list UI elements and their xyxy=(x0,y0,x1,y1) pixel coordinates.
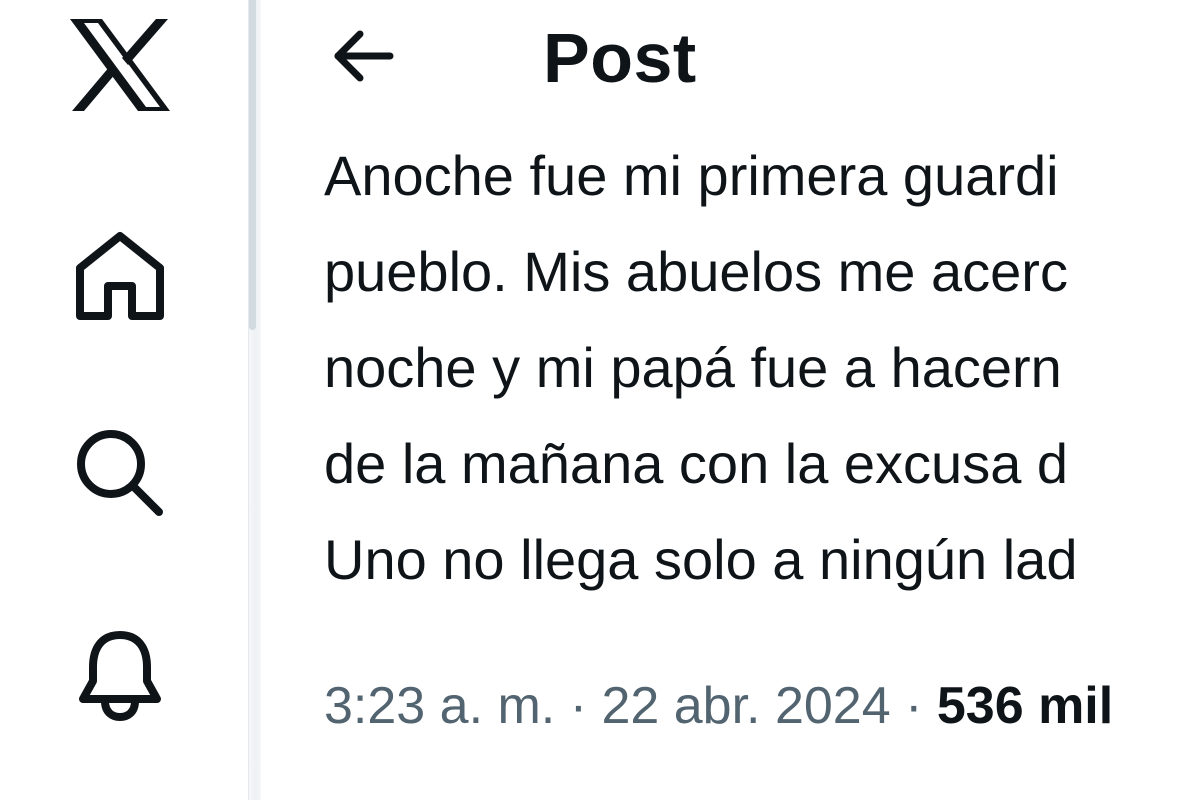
arrow-left-icon xyxy=(334,30,394,82)
search-icon xyxy=(77,430,163,516)
post-detail: Post Anoche fue mi primera guardi pueblo… xyxy=(262,0,1200,800)
nav-search[interactable] xyxy=(60,418,180,528)
nav-home[interactable] xyxy=(60,220,180,330)
post-date[interactable]: 22 abr. 2024 xyxy=(601,677,890,735)
scrollbar-thumb[interactable] xyxy=(249,0,256,330)
meta-separator: · xyxy=(569,677,588,735)
post-text-line: Uno no llega solo a ningún lad xyxy=(324,528,1078,591)
post-body: Anoche fue mi primera guardi pueblo. Mis… xyxy=(324,128,1200,608)
home-icon xyxy=(76,232,164,320)
meta-separator: · xyxy=(905,677,923,735)
app-window: Post Anoche fue mi primera guardi pueblo… xyxy=(0,0,1200,800)
view-count: 536 mil xyxy=(936,677,1114,735)
page-title: Post xyxy=(543,19,697,97)
post-header: Post xyxy=(262,0,1200,120)
back-button[interactable] xyxy=(324,24,404,88)
post-text-line: noche y mi papá fue a hacern xyxy=(324,336,1062,399)
post-text-line: de la mañana con la excusa d xyxy=(324,432,1069,495)
post-meta: 3:23 a. m. · 22 abr. 2024 · 536 mil xyxy=(324,668,1113,744)
bell-icon xyxy=(79,631,161,721)
post-time[interactable]: 3:23 a. m. xyxy=(324,677,555,735)
post-text-line: pueblo. Mis abuelos me acerc xyxy=(324,240,1068,303)
nav-notifications[interactable] xyxy=(60,620,180,730)
x-logo-icon xyxy=(70,19,170,111)
x-logo-link[interactable] xyxy=(60,10,180,120)
post-text-line: Anoche fue mi primera guardi xyxy=(324,144,1059,207)
left-nav xyxy=(0,0,248,800)
